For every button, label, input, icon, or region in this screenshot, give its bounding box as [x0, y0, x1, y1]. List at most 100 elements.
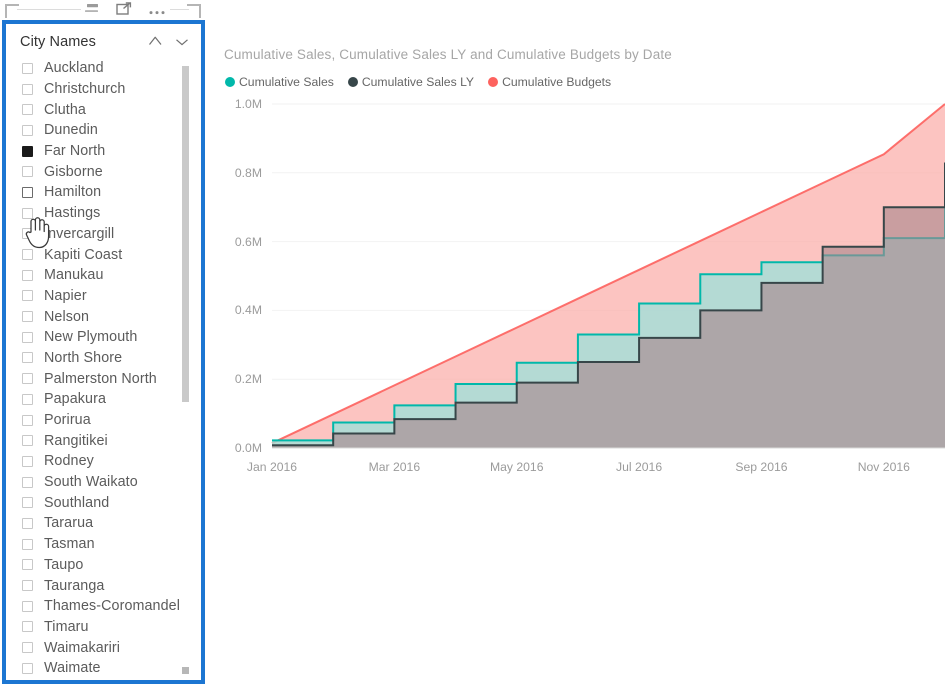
slicer-scrollbar-down-arrow[interactable]: [182, 667, 189, 674]
chevron-down-icon[interactable]: [175, 34, 189, 52]
list-item-label: Clutha: [44, 101, 86, 118]
checkbox-icon[interactable]: [22, 124, 33, 136]
checkbox-icon[interactable]: [22, 311, 33, 323]
list-item[interactable]: Papakura: [10, 389, 197, 410]
list-item-label: New Plymouth: [44, 329, 138, 346]
checkbox-icon[interactable]: [22, 104, 33, 116]
chart-title: Cumulative Sales, Cumulative Sales LY an…: [224, 47, 672, 62]
checkbox-icon[interactable]: [22, 662, 33, 674]
legend-marker-icon: [488, 77, 499, 87]
list-item[interactable]: Taupo: [10, 555, 197, 576]
checkbox-icon[interactable]: [22, 435, 33, 447]
list-item[interactable]: Timaru: [10, 617, 197, 638]
checkbox-icon[interactable]: [22, 455, 33, 467]
checkbox-icon[interactable]: [22, 352, 33, 364]
list-item[interactable]: Thames-Coromandel: [10, 596, 197, 617]
checkbox-icon[interactable]: [22, 145, 33, 157]
checkbox-icon[interactable]: [22, 580, 33, 592]
list-item-label: Hamilton: [44, 184, 102, 201]
list-item[interactable]: Clutha: [10, 99, 197, 120]
focus-mode-icon[interactable]: [116, 1, 132, 21]
checkbox-icon[interactable]: [22, 269, 33, 281]
list-item[interactable]: Nelson: [10, 306, 197, 327]
city-names-slicer[interactable]: City Names Auckland Christchurch Clutha …: [2, 20, 205, 684]
legend-label: Cumulative Sales: [239, 75, 334, 89]
checkbox-icon[interactable]: [22, 642, 33, 654]
x-axis-tick-label: Sep 2016: [735, 460, 788, 474]
checkbox-icon[interactable]: [22, 476, 33, 488]
checkbox-icon[interactable]: [22, 83, 33, 95]
list-item[interactable]: Waimakariri: [10, 637, 197, 658]
list-item[interactable]: Waimate: [10, 658, 197, 679]
list-item-label: Christchurch: [44, 81, 126, 98]
list-item[interactable]: Auckland: [10, 58, 197, 79]
chart-plot-area: 0.0M 0.2M 0.4M 0.6M 0.8M 1.0M Jan 2016 Mar 2016…: [212, 97, 945, 486]
list-item[interactable]: Gisborne: [10, 161, 197, 182]
list-item-label: Waimakariri: [44, 639, 121, 656]
checkbox-icon[interactable]: [22, 538, 33, 550]
x-axis-tick-label: Jan 2016: [246, 460, 298, 474]
list-item[interactable]: Rodney: [10, 451, 197, 472]
list-item[interactable]: Hastings: [10, 203, 197, 224]
checkbox-icon[interactable]: [22, 497, 33, 509]
list-item-label: Rangitikei: [44, 432, 108, 449]
checkbox-icon[interactable]: [22, 373, 33, 385]
checkbox-icon[interactable]: [22, 600, 33, 612]
list-item-label: Kapiti Coast: [44, 246, 123, 263]
slicer-header: City Names: [10, 28, 197, 58]
slicer-scrollbar-thumb[interactable]: [182, 66, 189, 402]
list-item[interactable]: Far North: [10, 141, 197, 162]
checkbox-icon[interactable]: [22, 186, 33, 198]
list-item[interactable]: Tararua: [10, 513, 197, 534]
list-item[interactable]: Southland: [10, 492, 197, 513]
x-axis-tick-label: Mar 2016: [368, 460, 421, 474]
filter-icon[interactable]: [85, 2, 100, 20]
eraser-clear-selections-icon[interactable]: [148, 34, 163, 52]
list-item[interactable]: New Plymouth: [10, 327, 197, 348]
checkbox-icon[interactable]: [22, 62, 33, 74]
list-item[interactable]: Rangitikei: [10, 430, 197, 451]
list-item[interactable]: North Shore: [10, 348, 197, 369]
checkbox-icon[interactable]: [22, 249, 33, 261]
list-item[interactable]: Porirua: [10, 410, 197, 431]
checkbox-icon[interactable]: [22, 393, 33, 405]
checkbox-icon[interactable]: [22, 559, 33, 571]
list-item[interactable]: South Waikato: [10, 472, 197, 493]
list-item[interactable]: Dunedin: [10, 120, 197, 141]
list-item[interactable]: Tasman: [10, 534, 197, 555]
legend-item[interactable]: Cumulative Budgets: [488, 75, 611, 89]
list-item-label: Nelson: [44, 308, 90, 325]
list-item[interactable]: Invercargill: [10, 224, 197, 245]
slicer-scrollbar-track[interactable]: [182, 58, 193, 676]
list-item-label: Timaru: [44, 618, 89, 635]
y-axis-tick-label: 0.2M: [234, 372, 262, 387]
list-item[interactable]: Kapiti Coast: [10, 244, 197, 265]
list-item[interactable]: Christchurch: [10, 79, 197, 100]
legend-label: Cumulative Budgets: [502, 75, 612, 89]
checkbox-icon[interactable]: [22, 414, 33, 426]
list-item-label: Waimate: [44, 660, 101, 677]
checkbox-icon[interactable]: [22, 207, 33, 219]
list-item[interactable]: Tauranga: [10, 575, 197, 596]
legend-item[interactable]: Cumulative Sales LY: [347, 75, 474, 89]
list-item-label: Tauranga: [44, 577, 105, 594]
checkbox-icon[interactable]: [22, 166, 33, 178]
city-names-list[interactable]: Auckland Christchurch Clutha Dunedin Far Nor…: [10, 58, 197, 680]
list-item-label: South Waikato: [44, 474, 138, 491]
checkbox-icon[interactable]: [22, 228, 33, 240]
list-item[interactable]: Manukau: [10, 265, 197, 286]
list-item-label: Palmerston North: [44, 370, 157, 387]
checkbox-icon[interactable]: [22, 290, 33, 302]
checkbox-icon[interactable]: [22, 517, 33, 529]
checkbox-icon[interactable]: [22, 621, 33, 633]
list-item[interactable]: Hamilton: [10, 182, 197, 203]
list-item[interactable]: Palmerston North: [10, 368, 197, 389]
visual-toolbar: [3, 0, 203, 22]
more-options-icon[interactable]: [148, 2, 166, 20]
cumulative-sales-area-chart[interactable]: Cumulative Sales, Cumulative Sales LY an…: [212, 36, 945, 486]
list-item[interactable]: Napier: [10, 286, 197, 307]
list-item-label: Tasman: [44, 536, 95, 553]
list-item-label: Auckland: [44, 60, 104, 77]
legend-item[interactable]: Cumulative Sales: [225, 75, 334, 89]
checkbox-icon[interactable]: [22, 331, 33, 343]
